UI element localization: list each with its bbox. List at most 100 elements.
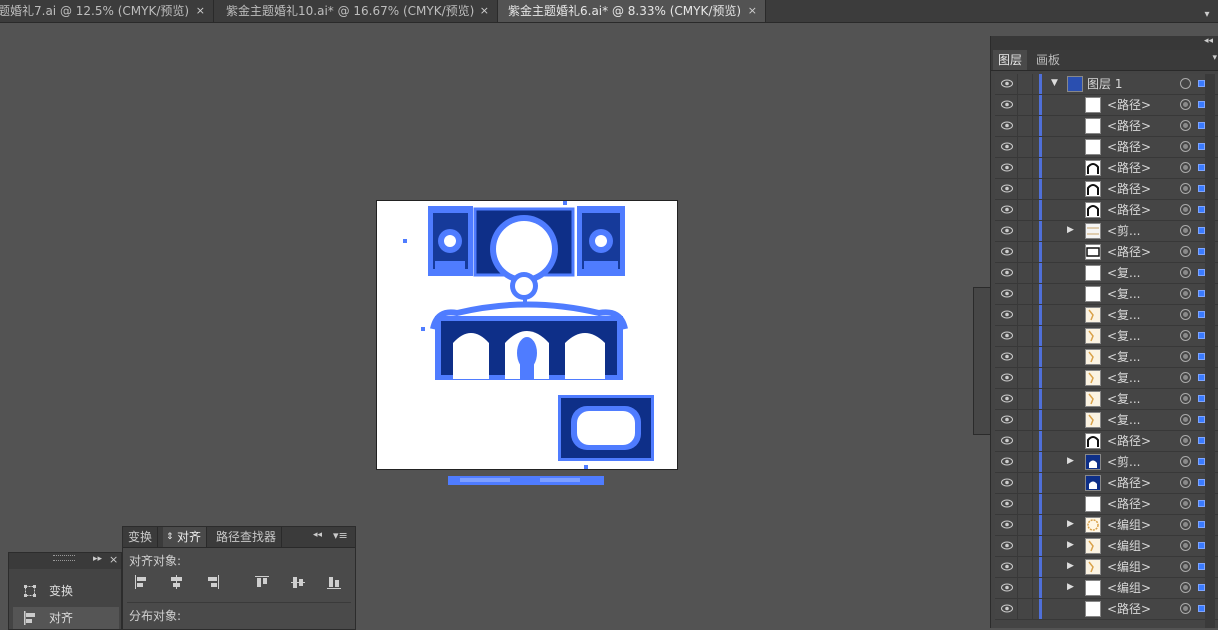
layer-item-label[interactable]: <剪...: [1107, 221, 1141, 241]
lock-toggle[interactable]: [1017, 473, 1033, 493]
collapse-icon[interactable]: ◂◂: [313, 530, 322, 540]
dock-item-transform[interactable]: 变换: [13, 580, 119, 602]
layer-item-label[interactable]: <路径>: [1107, 137, 1151, 157]
selection-indicator[interactable]: [1198, 374, 1205, 381]
layer-item-label[interactable]: <剪...: [1107, 452, 1141, 472]
eye-icon[interactable]: [1001, 247, 1013, 256]
selection-indicator[interactable]: [1198, 185, 1205, 192]
dock-header[interactable]: ▸▸ ×: [9, 553, 121, 569]
layer-item-label[interactable]: <路径>: [1107, 158, 1151, 178]
eye-icon[interactable]: [1001, 520, 1013, 529]
expand-right-icon[interactable]: ▶: [1067, 582, 1074, 592]
target-circle-icon[interactable]: [1180, 582, 1191, 593]
eye-icon[interactable]: [1001, 499, 1013, 508]
eye-icon[interactable]: [1001, 373, 1013, 382]
tab-pathfinder[interactable]: 路径查找器: [211, 527, 283, 547]
lock-toggle[interactable]: [1017, 158, 1033, 178]
lock-toggle[interactable]: [1017, 95, 1033, 115]
selection-indicator[interactable]: [1198, 332, 1205, 339]
artboard-caption-selected-text[interactable]: [448, 474, 604, 486]
target-circle-icon[interactable]: [1180, 603, 1191, 614]
eye-icon[interactable]: [1001, 478, 1013, 487]
selection-indicator[interactable]: [1198, 101, 1205, 108]
eye-icon[interactable]: [1001, 268, 1013, 277]
lock-toggle[interactable]: [1017, 431, 1033, 451]
selection-indicator[interactable]: [1198, 479, 1205, 486]
lock-toggle[interactable]: [1017, 347, 1033, 367]
lock-toggle[interactable]: [1017, 200, 1033, 220]
selection-indicator[interactable]: [1198, 563, 1205, 570]
eye-icon[interactable]: [1001, 352, 1013, 361]
panel-collapse-strip[interactable]: ◂◂: [991, 36, 1218, 50]
eye-icon[interactable]: [1001, 310, 1013, 319]
selection-indicator[interactable]: [1198, 500, 1205, 507]
target-circle-icon[interactable]: [1180, 288, 1191, 299]
layer-item-label[interactable]: <复...: [1107, 284, 1141, 304]
selection-indicator[interactable]: [1198, 80, 1205, 87]
grip-icon[interactable]: [53, 555, 75, 561]
selection-indicator[interactable]: [1198, 458, 1205, 465]
layer-item-row[interactable]: ▶ <编组>: [995, 515, 1218, 536]
layer-item-label[interactable]: <路径>: [1107, 179, 1151, 199]
eye-icon[interactable]: [1001, 541, 1013, 550]
eye-icon[interactable]: [1001, 436, 1013, 445]
lock-toggle[interactable]: [1017, 557, 1033, 577]
layer-item-row[interactable]: ▶ <剪...: [995, 221, 1218, 242]
layer-item-label[interactable]: <编组>: [1107, 578, 1151, 598]
selection-indicator[interactable]: [1198, 437, 1205, 444]
align-top-icon[interactable]: [255, 575, 271, 589]
lock-toggle[interactable]: [1017, 368, 1033, 388]
layer-item-label[interactable]: <复...: [1107, 368, 1141, 388]
eye-icon[interactable]: [1001, 289, 1013, 298]
layer-item-label[interactable]: <编组>: [1107, 557, 1151, 577]
eye-icon[interactable]: [1001, 121, 1013, 130]
align-bottom-icon[interactable]: [327, 575, 343, 589]
layer-item-label[interactable]: <复...: [1107, 389, 1141, 409]
layer-item-row[interactable]: <复...: [995, 389, 1218, 410]
target-circle-icon[interactable]: [1180, 204, 1191, 215]
layer-row[interactable]: ▼ 图层 1: [995, 74, 1218, 95]
eye-icon[interactable]: [1001, 184, 1013, 193]
lock-toggle[interactable]: [1017, 599, 1033, 619]
expand-icon[interactable]: ▸▸: [93, 554, 102, 564]
lock-toggle[interactable]: [1017, 326, 1033, 346]
layer-item-row[interactable]: <复...: [995, 284, 1218, 305]
target-circle-icon[interactable]: [1180, 519, 1191, 530]
layer-item-row[interactable]: ▶ <剪...: [995, 452, 1218, 473]
target-circle-icon[interactable]: [1180, 330, 1191, 341]
layer-item-row[interactable]: <路径>: [995, 494, 1218, 515]
panel-menu-icon[interactable]: ▾: [1212, 53, 1217, 63]
target-circle-icon[interactable]: [1180, 372, 1191, 383]
layer-item-label[interactable]: <路径>: [1107, 473, 1151, 493]
lock-toggle[interactable]: [1017, 389, 1033, 409]
target-circle-icon[interactable]: [1180, 393, 1191, 404]
target-circle-icon[interactable]: [1180, 246, 1191, 257]
dock-item-align[interactable]: 对齐: [13, 607, 119, 629]
selection-indicator[interactable]: [1198, 542, 1205, 549]
layer-item-row[interactable]: <复...: [995, 347, 1218, 368]
expand-right-icon[interactable]: ▶: [1067, 225, 1074, 235]
layer-item-row[interactable]: <路径>: [995, 95, 1218, 116]
layer-item-row[interactable]: ▶ <编组>: [995, 536, 1218, 557]
layer-item-label[interactable]: <复...: [1107, 326, 1141, 346]
eye-icon[interactable]: [1001, 100, 1013, 109]
selection-indicator[interactable]: [1198, 290, 1205, 297]
target-circle-icon[interactable]: [1180, 540, 1191, 551]
align-horizontal-center-icon[interactable]: [169, 575, 185, 589]
layer-item-label[interactable]: <路径>: [1107, 599, 1151, 619]
layer-item-row[interactable]: <复...: [995, 368, 1218, 389]
target-circle-icon[interactable]: [1180, 477, 1191, 488]
expand-right-icon[interactable]: ▶: [1067, 519, 1074, 529]
layer-item-row[interactable]: ▶ <编组>: [995, 557, 1218, 578]
tab-layers[interactable]: 图层: [993, 50, 1028, 70]
lock-toggle[interactable]: [1017, 452, 1033, 472]
lock-toggle[interactable]: [1017, 536, 1033, 556]
eye-icon[interactable]: [1001, 562, 1013, 571]
target-circle-icon[interactable]: [1180, 435, 1191, 446]
layer-item-label[interactable]: <路径>: [1107, 494, 1151, 514]
target-circle-icon[interactable]: [1180, 456, 1191, 467]
target-circle-icon[interactable]: [1180, 351, 1191, 362]
layer-item-row[interactable]: <路径>: [995, 158, 1218, 179]
close-icon[interactable]: ×: [109, 553, 118, 566]
expand-right-icon[interactable]: ▶: [1067, 456, 1074, 466]
